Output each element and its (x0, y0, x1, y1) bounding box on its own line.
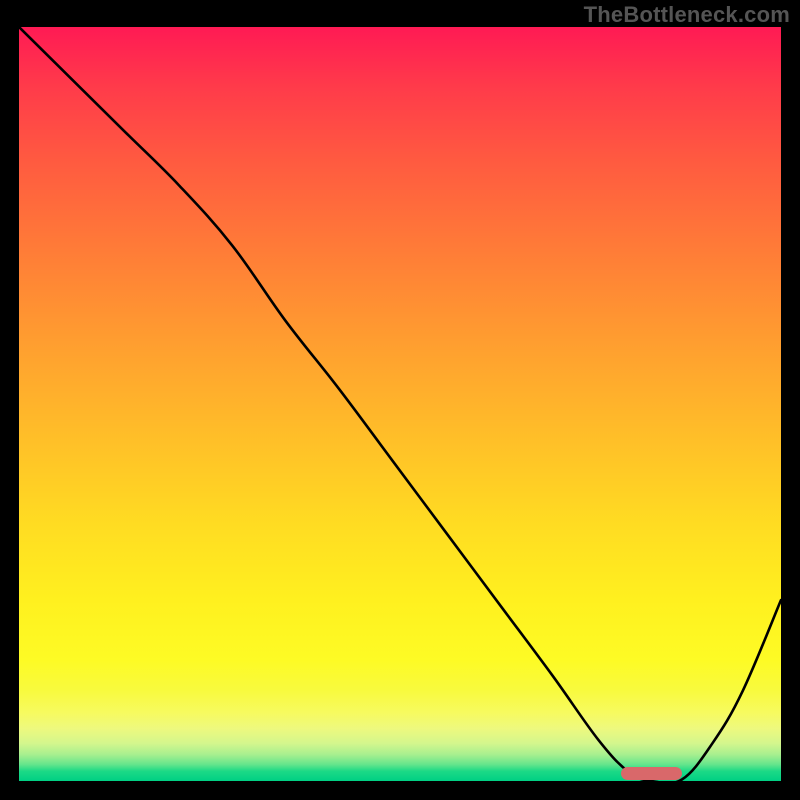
watermark-text: TheBottleneck.com (584, 2, 790, 28)
chart-frame: TheBottleneck.com (0, 0, 800, 800)
curve-path (19, 27, 781, 781)
curve-line (19, 27, 781, 781)
plot-area (19, 27, 781, 781)
optimum-marker (621, 767, 682, 780)
